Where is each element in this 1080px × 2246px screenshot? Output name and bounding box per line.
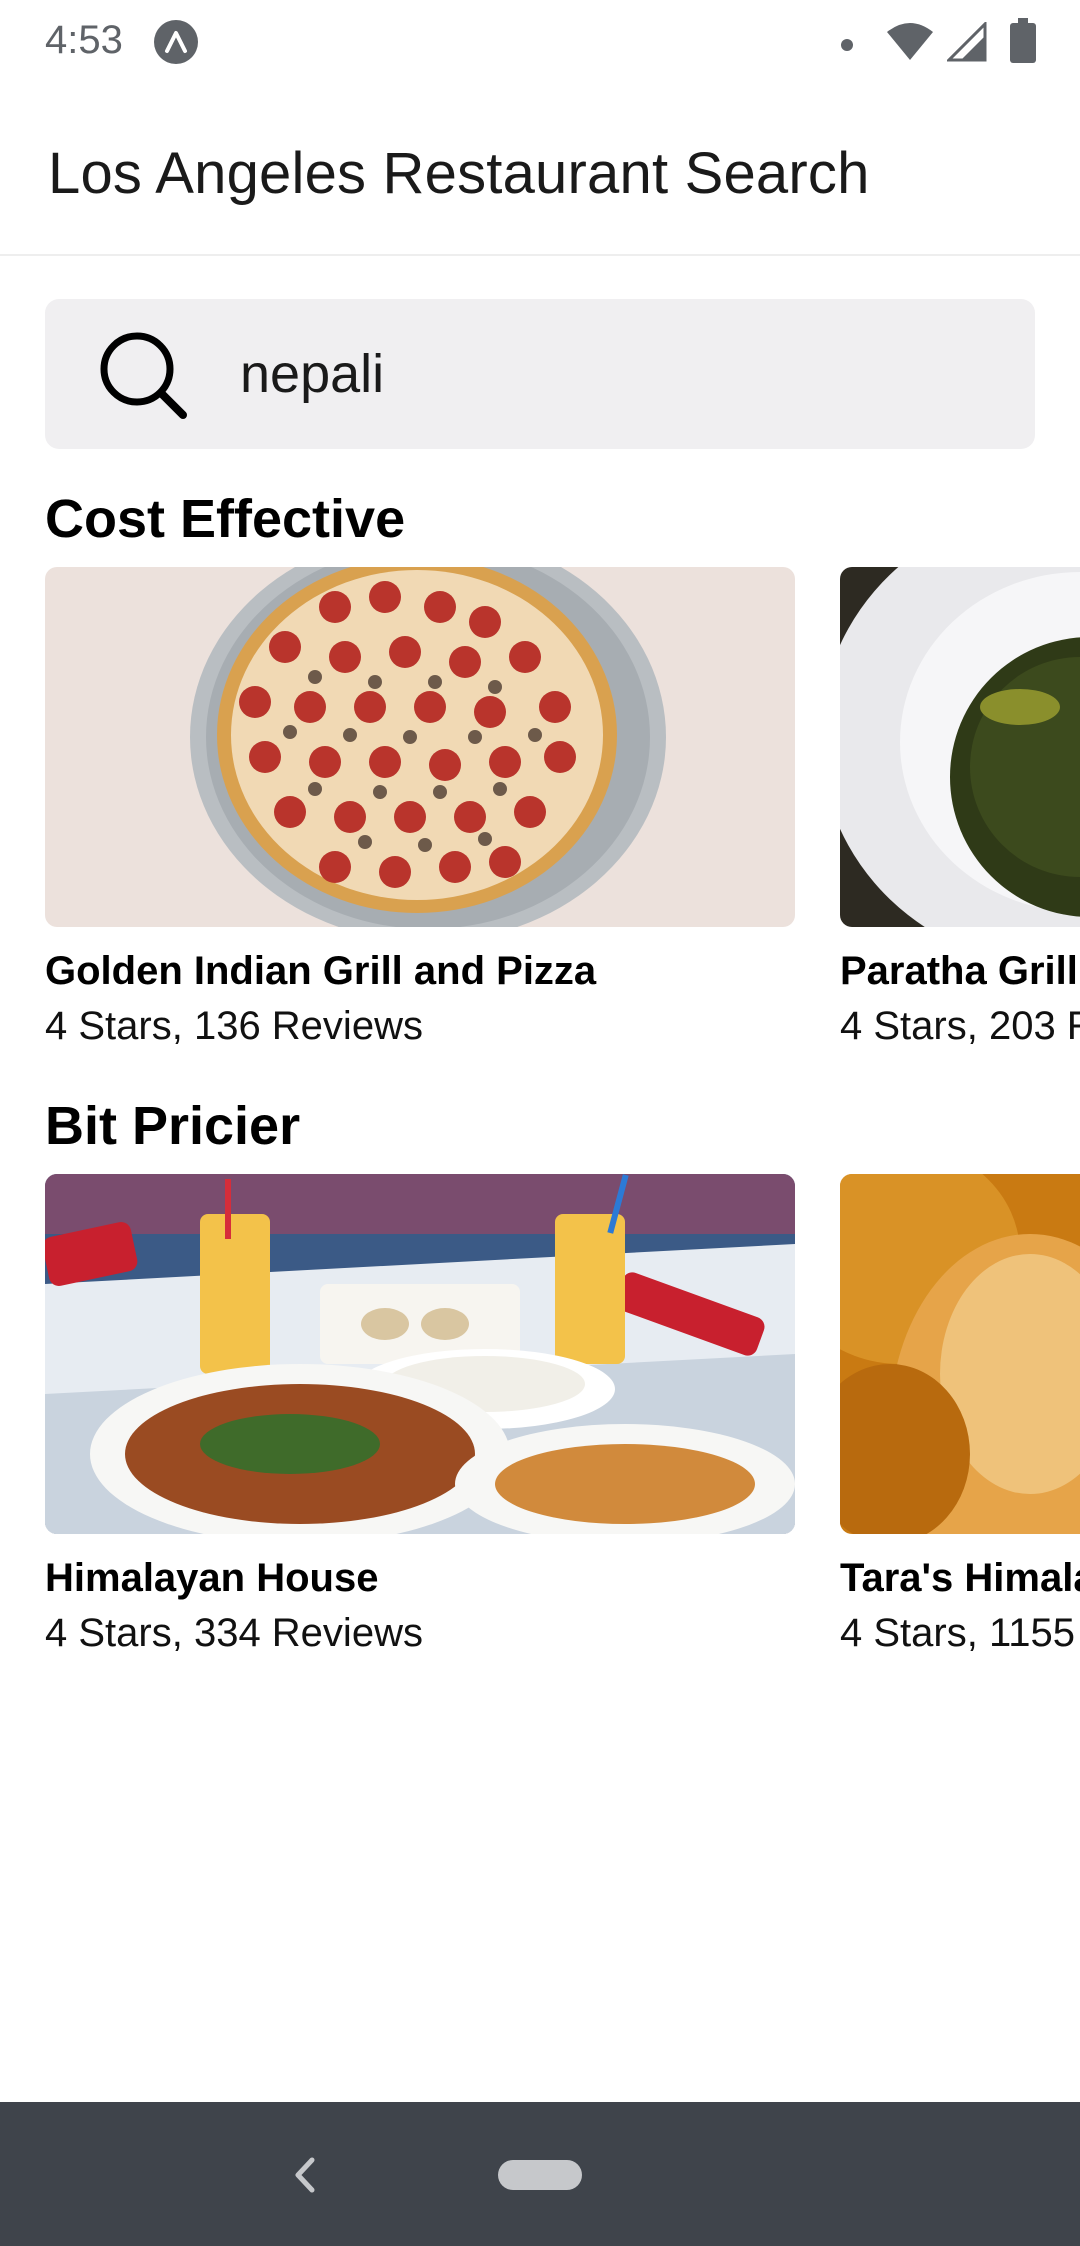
restaurant-name: Paratha Grill xyxy=(840,949,1078,993)
signal-icon xyxy=(947,22,987,62)
restaurant-image xyxy=(45,567,795,927)
wifi-icon xyxy=(887,23,933,60)
restaurant-name: Golden Indian Grill and Pizza xyxy=(45,949,597,993)
expo-icon xyxy=(154,20,198,64)
search-bar[interactable] xyxy=(45,299,1035,449)
restaurant-card[interactable]: Golden Indian Grill and Pizza 4 Stars, 1… xyxy=(45,567,795,1048)
status-bar: 4:53 xyxy=(0,0,1080,88)
page-title: Los Angeles Restaurant Search xyxy=(48,141,870,206)
home-pill-icon[interactable] xyxy=(498,2160,582,2190)
section-title-bit-pricier: Bit Pricier xyxy=(45,1096,301,1156)
restaurant-card[interactable]: Paratha Grill 4 Stars, 203 Reviews xyxy=(840,567,1080,1048)
back-icon[interactable] xyxy=(290,2150,320,2200)
search-input[interactable] xyxy=(240,339,1000,409)
restaurant-image xyxy=(45,1174,795,1534)
restaurant-rating: 4 Stars, 136 Reviews xyxy=(45,1004,423,1048)
system-nav-bar xyxy=(0,2102,1080,2246)
battery-icon xyxy=(1010,18,1036,63)
restaurant-name: Tara's Himalayan Cuisine xyxy=(840,1556,1080,1600)
search-icon xyxy=(100,332,187,419)
restaurant-rating: 4 Stars, 203 Reviews xyxy=(840,1004,1080,1048)
restaurant-rating: 4 Stars, 1155 Reviews xyxy=(840,1611,1080,1655)
restaurant-rating: 4 Stars, 334 Reviews xyxy=(45,1611,423,1655)
app-bar: Los Angeles Restaurant Search xyxy=(0,88,1080,256)
restaurant-card[interactable]: Himalayan House 4 Stars, 334 Reviews xyxy=(45,1174,795,1655)
status-time: 4:53 xyxy=(45,18,123,62)
notification-dot-icon xyxy=(841,39,853,51)
restaurant-image xyxy=(840,1174,1080,1534)
restaurant-name: Himalayan House xyxy=(45,1556,379,1600)
restaurant-image xyxy=(840,567,1080,927)
restaurant-card[interactable]: Tara's Himalayan Cuisine 4 Stars, 1155 R… xyxy=(840,1174,1080,1655)
section-title-cost-effective: Cost Effective xyxy=(45,489,406,549)
